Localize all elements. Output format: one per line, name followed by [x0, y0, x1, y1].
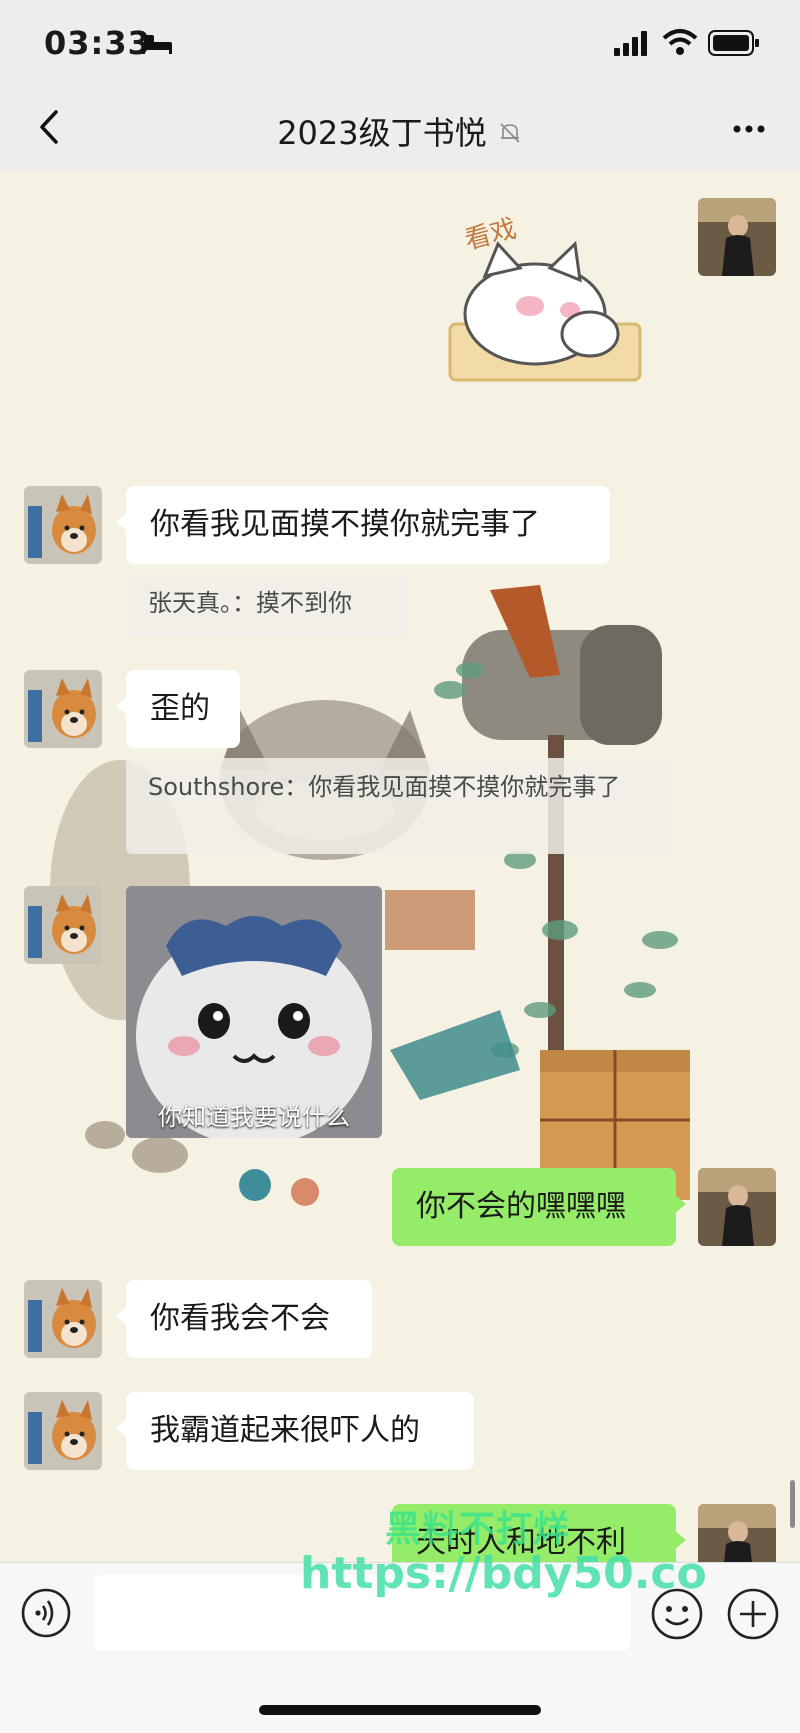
avatar-shiba[interactable] — [24, 1392, 102, 1470]
quoted-message[interactable]: Southshore：你看我见面摸不摸你就完事了 — [126, 758, 674, 854]
message-bubble-outgoing[interactable]: 你不会的嘿嘿嘿 — [392, 1168, 686, 1246]
home-indicator[interactable] — [259, 1705, 541, 1715]
message-text: 你看我会不会 — [150, 1301, 330, 1336]
avatar-shiba[interactable] — [24, 1280, 102, 1358]
chat-wallpaper — [0, 170, 800, 1562]
avatar-self[interactable] — [698, 1168, 776, 1246]
wifi-icon — [662, 29, 698, 55]
message-bubble[interactable]: 歪的 — [116, 670, 240, 748]
quoted-message[interactable]: 张天真。：摸不到你 — [126, 574, 408, 636]
message-text: 歪的 — [150, 691, 210, 726]
voice-icon[interactable] — [20, 1587, 72, 1639]
message-bubble[interactable]: 我霸道起来很吓人的 — [116, 1392, 474, 1470]
avatar-self-image — [698, 198, 776, 276]
avatar-shiba-image — [24, 886, 102, 964]
status-time: 03:33 — [44, 24, 151, 62]
mute-bell-icon — [500, 123, 520, 143]
avatar-self-image — [698, 1504, 776, 1562]
avatar-shiba-image — [24, 1280, 102, 1358]
avatar-self[interactable] — [698, 1504, 776, 1562]
chiikawa-sticker[interactable]: 你知道我要说什么 — [126, 886, 382, 1138]
quoted-text: Southshore：你看我见面摸不摸你就完事了 — [148, 773, 621, 801]
quoted-text: 张天真。：摸不到你 — [148, 589, 352, 617]
avatar-self-image — [698, 1168, 776, 1246]
chat-area[interactable]: 看戏 你看我见面摸不摸你就完事了 张天真。：摸不到你 歪的 Southshore… — [0, 170, 800, 1562]
avatar-shiba[interactable] — [24, 886, 102, 964]
message-text: 你看我见面摸不摸你就完事了 — [150, 507, 540, 542]
avatar-shiba-image — [24, 670, 102, 748]
watermark-url: https://bdy50.co — [300, 1548, 707, 1599]
chat-header: 2023级丁书悦 — [0, 88, 800, 170]
signal-icon — [614, 31, 647, 56]
watermark-text: 黑料不打烊 — [385, 1509, 571, 1550]
avatar-shiba[interactable] — [24, 670, 102, 748]
avatar-shiba-image — [24, 1392, 102, 1470]
sticker-caption: 你知道我要说什么 — [158, 1103, 350, 1131]
status-bar: 03:33 — [0, 0, 800, 88]
chat-title: 2023级丁书悦 — [0, 108, 800, 154]
message-text: 我霸道起来很吓人的 — [150, 1413, 420, 1448]
plus-icon[interactable] — [726, 1587, 780, 1641]
more-icon[interactable] — [724, 104, 774, 154]
scroll-indicator[interactable] — [790, 1480, 795, 1528]
avatar-self[interactable] — [698, 198, 776, 276]
avatar-shiba[interactable] — [24, 486, 102, 564]
battery-icon — [708, 30, 759, 56]
chat-title-text: 2023级丁书悦 — [277, 114, 487, 152]
message-bubble[interactable]: 你看我见面摸不摸你就完事了 — [116, 486, 610, 564]
message-text: 你不会的嘿嘿嘿 — [416, 1189, 626, 1224]
bed-icon — [142, 35, 172, 54]
message-bubble[interactable]: 你看我会不会 — [116, 1280, 372, 1358]
avatar-shiba-image — [24, 486, 102, 564]
cat-sticker[interactable]: 看戏 — [440, 214, 656, 390]
